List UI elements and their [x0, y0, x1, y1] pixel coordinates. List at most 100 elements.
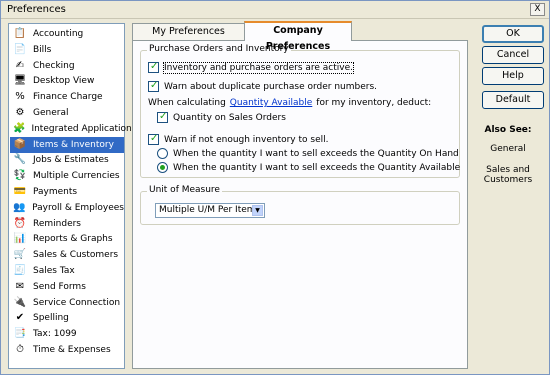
category-icon: 📦 — [13, 138, 27, 150]
sidebar-item-label: Accounting — [33, 29, 84, 39]
category-icon: ✍ — [15, 59, 25, 71]
unit-of-measure-select[interactable]: Multiple U/M Per Item ▼ — [155, 203, 265, 218]
qty-sales-orders-label: Quantity on Sales Orders — [173, 112, 286, 123]
category-icon: 🔧 — [13, 154, 27, 166]
sidebar-item-label: Send Forms — [33, 281, 86, 292]
inventory-active-checkbox[interactable] — [148, 61, 159, 73]
sidebar-item-label: Sales Tax — [33, 266, 75, 276]
default-button[interactable]: Default — [482, 91, 544, 109]
also-see-general-link[interactable]: General — [472, 144, 544, 154]
title-bar: Preferences X — [1, 1, 549, 19]
category-icon: 📋 — [13, 28, 27, 39]
chevron-down-icon[interactable]: ▼ — [252, 205, 263, 216]
warn-duplicate-label: Warn about duplicate purchase order numb… — [164, 81, 378, 92]
sidebar-item-label: Reports & Graphs — [33, 234, 113, 245]
sidebar-item-label: Reminders — [33, 218, 81, 229]
category-icon: 📄 — [13, 43, 27, 55]
sidebar-item-jobs-estimates[interactable]: 🔧 Jobs & Estimates — [10, 152, 124, 168]
sidebar-item-label: Multiple Currencies — [33, 171, 120, 182]
category-icon: 🧾 — [13, 265, 27, 276]
tab-company-preferences-label: Company Preferences — [265, 25, 331, 52]
quantity-available-link[interactable]: Quantity Available — [230, 98, 313, 108]
calc-prefix-text: When calculating — [148, 98, 226, 108]
sidebar-item-label: Checking — [33, 60, 75, 71]
sidebar-item-reminders[interactable]: ⏰ Reminders — [10, 216, 124, 232]
sidebar-item-sales-customers[interactable]: 🛒 Sales & Customers — [10, 247, 124, 263]
warn-not-enough-checkbox[interactable] — [148, 133, 159, 145]
sidebar-item-spelling[interactable]: ✔ Spelling — [10, 310, 124, 326]
sidebar-item-label: Spelling — [33, 313, 69, 324]
qty-sales-orders-row[interactable]: Quantity on Sales Orders — [157, 111, 286, 123]
sidebar-item-general[interactable]: ⚙ General — [10, 105, 124, 121]
sidebar-item-integrated-applications[interactable]: 🧩 Integrated Applications — [10, 121, 136, 137]
category-icon: ⚙ — [15, 107, 25, 118]
sidebar-item-label: Integrated Applications — [31, 123, 137, 134]
calc-suffix-text: for my inventory, deduct: — [316, 98, 432, 108]
sidebar-item-payroll-employees[interactable]: 👥 Payroll & Employees — [10, 200, 124, 216]
sidebar-item-label: Jobs & Estimates — [33, 155, 109, 166]
company-preferences-panel: Purchase Orders and Inventory Inventory … — [132, 40, 468, 369]
sidebar-item-tax-1099[interactable]: 📑 Tax: 1099 — [10, 326, 124, 342]
tab-my-preferences[interactable]: My Preferences — [132, 23, 245, 41]
tab-my-preferences-label: My Preferences — [152, 26, 225, 37]
category-icon: 📑 — [13, 328, 27, 340]
category-icon: % — [15, 91, 25, 103]
radio-on-hand-row[interactable]: When the quantity I want to sell exceeds… — [157, 148, 459, 159]
radio-available-row[interactable]: When the quantity I want to sell exceeds… — [157, 162, 460, 173]
category-icon: ⏰ — [13, 217, 27, 229]
category-icon: ✉ — [15, 280, 25, 292]
also-see-heading: Also See: — [484, 125, 532, 135]
sidebar-item-label: Service Connection — [33, 297, 121, 308]
sidebar-item-time-expenses[interactable]: ⏱ Time & Expenses — [10, 342, 124, 358]
help-button[interactable]: Help — [482, 67, 544, 85]
tab-company-preferences[interactable]: Company Preferences — [244, 21, 352, 52]
sidebar-item-checking[interactable]: ✍ Checking — [10, 58, 124, 74]
sidebar-item-label: Payroll & Employees — [32, 202, 124, 213]
radio-available-label: When the quantity I want to sell exceeds… — [173, 162, 461, 173]
sidebar-item-label: Time & Expenses — [33, 345, 111, 355]
sidebar-item-bills[interactable]: 📄 Bills — [10, 42, 124, 58]
inventory-active-label: Inventory and purchase orders are active… — [163, 61, 354, 74]
category-icon: 💳 — [13, 186, 27, 197]
category-icon: ✔ — [15, 312, 25, 324]
sidebar-item-desktop-view[interactable]: 🖥 Desktop View — [10, 73, 124, 89]
warn-not-enough-row[interactable]: Warn if not enough inventory to sell. — [148, 133, 329, 145]
preferences-category-list[interactable]: 📋 Accounting 📄 Bills ✍ Checking 🖥 Desktop View%… — [8, 23, 136, 369]
sidebar-item-label: Sales & Customers — [33, 250, 119, 261]
inventory-active-row[interactable]: Inventory and purchase orders are active… — [148, 61, 354, 74]
calculating-row: When calculating Quantity Available for … — [148, 98, 431, 108]
category-icon: 🛒 — [13, 249, 27, 261]
sidebar-item-label: Desktop View — [33, 76, 95, 87]
cancel-button[interactable]: Cancel — [482, 46, 544, 64]
ok-button[interactable]: OK — [482, 25, 544, 43]
sidebar-item-label: Items & Inventory — [33, 139, 114, 150]
warn-duplicate-row[interactable]: Warn about duplicate purchase order numb… — [148, 80, 378, 92]
radio-available[interactable] — [157, 162, 168, 173]
sidebar-item-multiple-currencies[interactable]: 💱 Multiple Currencies — [10, 168, 124, 184]
qty-sales-orders-checkbox[interactable] — [157, 111, 168, 123]
category-icon: 🖥 — [13, 75, 27, 87]
unit-of-measure-title: Unit of Measure — [147, 185, 222, 195]
close-button[interactable]: X — [530, 3, 545, 16]
also-see-sales-customers-link[interactable]: Sales and Customers — [472, 165, 544, 185]
category-icon: 👥 — [13, 201, 26, 213]
preferences-window: Preferences X 📋 Accounting 📄 Bills ✍ Checking… — [0, 0, 550, 375]
sidebar-item-label: Tax: 1099 — [33, 329, 77, 340]
sidebar-item-service-connection[interactable]: 🔌 Service Connection — [10, 295, 124, 311]
sidebar-item-items-inventory[interactable]: 📦 Items & Inventory — [10, 136, 124, 153]
category-icon: 🔌 — [13, 296, 27, 308]
sidebar-item-label: Bills — [33, 44, 52, 55]
sidebar-item-label: Payments — [33, 187, 78, 197]
sidebar-item-reports-graphs[interactable]: 📊 Reports & Graphs — [10, 231, 124, 247]
sidebar-item-payments[interactable]: 💳 Payments — [10, 184, 124, 200]
sidebar-item-finance-charge[interactable]: % Finance Charge — [10, 89, 124, 105]
radio-on-hand-label: When the quantity I want to sell exceeds… — [173, 148, 459, 159]
sidebar-item-sales-tax[interactable]: 🧾 Sales Tax — [10, 263, 124, 279]
warn-not-enough-label: Warn if not enough inventory to sell. — [164, 134, 329, 145]
sidebar-item-label: Finance Charge — [33, 92, 103, 103]
sidebar-item-accounting[interactable]: 📋 Accounting — [10, 26, 124, 42]
radio-on-hand[interactable] — [157, 148, 168, 159]
sidebar-item-send-forms[interactable]: ✉ Send Forms — [10, 279, 124, 295]
sidebar-item-label: General — [33, 108, 69, 118]
warn-duplicate-checkbox[interactable] — [148, 80, 159, 92]
